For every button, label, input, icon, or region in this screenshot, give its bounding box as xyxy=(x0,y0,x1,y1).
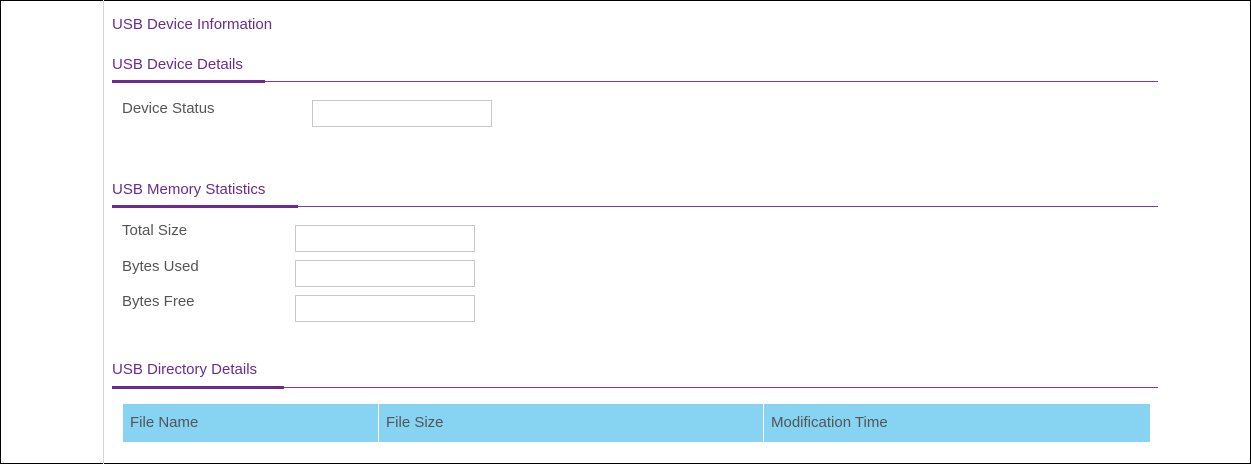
column-header-modification-time[interactable]: Modification Time xyxy=(764,404,1150,442)
device-status-label: Device Status xyxy=(122,100,215,117)
total-size-field[interactable] xyxy=(295,225,475,252)
bytes-free-field[interactable] xyxy=(295,295,475,322)
bytes-used-label: Bytes Used xyxy=(122,258,199,275)
section-title-device-details: USB Device Details xyxy=(112,56,243,73)
device-status-field[interactable] xyxy=(312,100,492,127)
left-divider xyxy=(103,0,104,464)
column-header-file-name[interactable]: File Name xyxy=(123,404,379,442)
section-accent xyxy=(112,386,284,389)
bytes-used-field[interactable] xyxy=(295,260,475,287)
section-accent xyxy=(112,80,265,83)
column-header-file-size[interactable]: File Size xyxy=(379,404,764,442)
total-size-label: Total Size xyxy=(122,222,188,239)
section-divider xyxy=(112,81,1158,82)
section-accent xyxy=(112,205,298,208)
directory-table-header: File Name File Size Modification Time xyxy=(123,404,1150,442)
section-title-directory-details: USB Directory Details xyxy=(112,361,258,378)
section-title-memory-statistics: USB Memory Statistics xyxy=(112,181,266,198)
bytes-free-label: Bytes Free xyxy=(122,293,195,310)
page-title: USB Device Information xyxy=(112,16,273,33)
